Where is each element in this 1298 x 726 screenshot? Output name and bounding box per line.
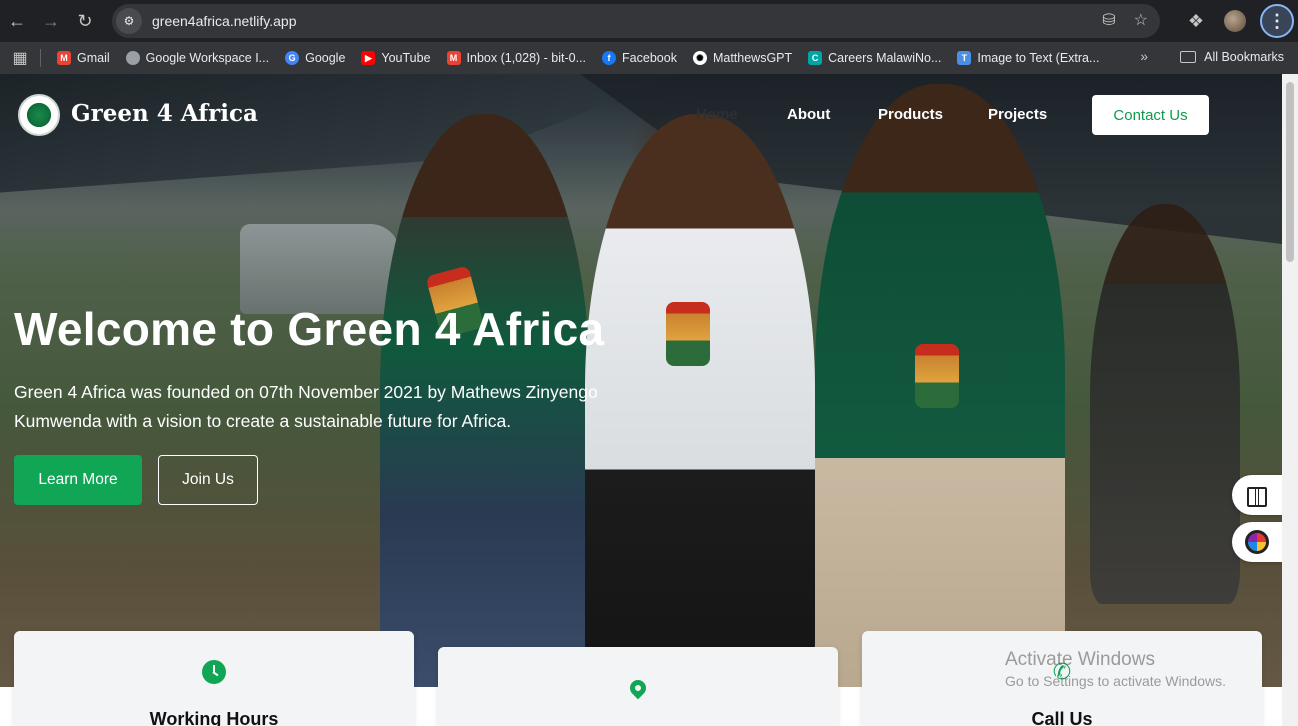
page-scrollbar[interactable] (1282, 74, 1298, 726)
bookmark-label: Image to Text (Extra... (977, 51, 1100, 65)
hero-section: Green 4 Africa Home About Products Proje… (0, 74, 1282, 687)
bookmark-label: Google Workspace I... (145, 51, 270, 65)
page-viewport: Green 4 Africa Home About Products Proje… (0, 74, 1298, 726)
careers-icon: C (808, 51, 823, 65)
extensions-icon[interactable]: ❖ (1182, 11, 1210, 32)
bookmark-star-icon[interactable]: ☆ (1134, 10, 1148, 30)
reader-mode-widget[interactable] (1232, 475, 1282, 515)
hero-photo-jar (666, 302, 710, 366)
brand-name[interactable]: Green 4 Africa (71, 100, 258, 127)
bookmark-careers-malawi[interactable]: C Careers MalawiNo... (800, 51, 949, 65)
clock-icon (202, 660, 226, 684)
address-bar[interactable]: ⚙ green4africa.netlify.app ⛁ ☆ (112, 4, 1160, 38)
bookmark-gmail[interactable]: M Gmail (49, 51, 118, 65)
image-text-icon: T (957, 51, 972, 65)
card-title: Call Us (1031, 709, 1093, 726)
hero-photo-tent (0, 74, 680, 194)
activate-windows-title: Activate Windows (1005, 649, 1155, 670)
bookmark-label: Careers MalawiNo... (828, 51, 942, 65)
site-logo[interactable] (18, 94, 60, 136)
working-hours-card: Working Hours (14, 631, 414, 726)
apps-grid-icon[interactable]: ▦ (0, 48, 40, 68)
hero-photo-jar (915, 344, 959, 408)
gmail-icon: M (446, 51, 461, 65)
bookmark-label: MatthewsGPT (712, 51, 793, 65)
bookmark-image-to-text[interactable]: T Image to Text (Extra... (949, 51, 1107, 65)
nav-home[interactable]: Home (696, 106, 787, 123)
google-icon: G (285, 51, 300, 65)
folder-icon (1180, 51, 1197, 63)
bookmark-label: Inbox (1,028) - bit-0... (466, 51, 587, 65)
bookmarks-divider (40, 49, 41, 67)
facebook-icon: f (602, 51, 617, 65)
all-bookmarks-button[interactable]: All Bookmarks (1180, 50, 1284, 64)
contact-us-button[interactable]: Contact Us (1092, 95, 1209, 135)
globe-icon (1245, 530, 1269, 554)
nav-about[interactable]: About (787, 106, 878, 123)
chrome-menu-icon[interactable]: ⋮ (1260, 4, 1294, 38)
globe-icon (125, 51, 140, 65)
translate-widget[interactable] (1232, 522, 1282, 562)
nav-projects[interactable]: Projects (988, 106, 1047, 123)
bookmark-label: Google (305, 51, 346, 65)
hero-subtitle: Green 4 Africa was founded on 07th Novem… (14, 382, 598, 431)
bookmark-label: Facebook (622, 51, 677, 65)
forward-icon[interactable]: → (34, 4, 68, 38)
main-nav: Home About Products Projects (696, 106, 1047, 123)
url-text[interactable]: green4africa.netlify.app (152, 13, 297, 29)
reload-icon[interactable]: ↻ (68, 4, 102, 38)
hero-photo-person (1090, 204, 1240, 604)
browser-toolbar: ← → ↻ ⚙ green4africa.netlify.app ⛁ ☆ ❖ ⋮ (0, 0, 1298, 42)
profile-avatar[interactable] (1224, 10, 1246, 32)
bookmark-google[interactable]: G Google (277, 51, 353, 65)
gmail-icon: M (57, 51, 71, 65)
bookmark-matthewsgpt[interactable]: ✺ MatthewsGPT (685, 51, 800, 65)
back-icon[interactable]: ← (0, 4, 34, 38)
bookmark-label: Gmail (77, 51, 110, 65)
bookmark-youtube[interactable]: ▶ YouTube (353, 51, 438, 65)
location-card (438, 647, 838, 726)
bookmarks-bar: ▦ M Gmail Google Workspace I... G Google ▶… (0, 42, 1298, 74)
bookmark-label: YouTube (381, 51, 431, 65)
logo-emblem (25, 101, 53, 129)
bookmark-google-workspace[interactable]: Google Workspace I... (118, 51, 277, 65)
chatgpt-icon: ✺ (692, 51, 707, 65)
learn-more-button[interactable]: Learn More (14, 455, 142, 505)
hero-photo-truck (240, 224, 400, 314)
youtube-icon: ▶ (361, 51, 376, 65)
activate-windows-subtitle: Go to Settings to activate Windows. (1005, 673, 1226, 689)
more-bookmarks-icon[interactable]: » (1140, 48, 1148, 64)
card-title: Working Hours (149, 709, 279, 726)
scrollbar-thumb[interactable] (1286, 82, 1294, 262)
site-info-icon[interactable]: ⚙ (116, 8, 142, 34)
join-us-button[interactable]: Join Us (158, 455, 258, 505)
location-pin-icon (626, 676, 650, 700)
hero-title: Welcome to Green 4 Africa (14, 303, 605, 355)
all-bookmarks-label: All Bookmarks (1204, 50, 1284, 64)
install-app-icon[interactable]: ⛁ (1102, 10, 1115, 30)
bookmark-inbox[interactable]: M Inbox (1,028) - bit-0... (439, 51, 595, 65)
nav-products[interactable]: Products (878, 106, 988, 123)
bookmark-facebook[interactable]: f Facebook (594, 51, 685, 65)
book-icon (1247, 487, 1267, 507)
